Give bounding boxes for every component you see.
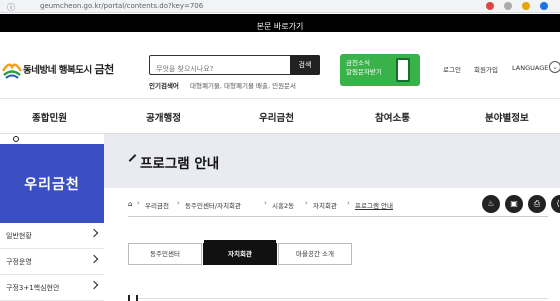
skip-link-bar: 본문 바로가기	[0, 14, 560, 32]
language-link[interactable]: LANGUAGE	[512, 64, 548, 72]
nav-item-field-info[interactable]: 분야별정보	[485, 110, 529, 124]
banner-line-2: 알림문자받기	[346, 68, 382, 76]
chevron-down-icon[interactable]: ⌄	[549, 61, 560, 73]
signup-link[interactable]: 회원가입	[474, 64, 498, 74]
tab-community-center[interactable]: 동주민센터	[128, 243, 202, 265]
sidebar-item-label: 구정3+1핵심현안	[6, 284, 60, 292]
nav-item-civil-service[interactable]: 종합민원	[32, 110, 67, 124]
chevron-right-icon	[89, 280, 99, 290]
sidebar-item-label: 일반현황	[6, 232, 32, 240]
skip-to-content-link[interactable]: 본문 바로가기	[257, 22, 304, 31]
logo-slogan: 동네방네 행복도시	[23, 65, 92, 76]
logo-text: 동네방네 행복도시 금천	[23, 61, 114, 77]
search-input[interactable]	[150, 60, 290, 78]
main-navigation: 종합민원 공개행정 우리금천 참여소통 분야별정보	[0, 98, 560, 134]
account-avatar[interactable]	[540, 2, 548, 10]
page-title: 프로그램 안내	[140, 156, 220, 172]
browser-url[interactable]: geumcheon.go.kr/portal/contents.do?key=7…	[40, 2, 203, 10]
nav-item-our-geumcheon[interactable]: 우리금천	[259, 110, 294, 124]
sidebar-item-core-issues[interactable]: 구정3+1핵심현안	[0, 275, 104, 301]
chevron-right-icon: ›	[305, 199, 308, 207]
browser-address-bar[interactable]: ⓘ geumcheon.go.kr/portal/contents.do?key…	[0, 0, 560, 13]
site-logo[interactable]: 동네방네 행복도시 금천	[0, 55, 130, 85]
banner-line-1: 금천소식	[346, 59, 370, 67]
chevron-right-icon	[89, 254, 99, 264]
sidebar-item-administration[interactable]: 구정운영	[0, 249, 104, 275]
nav-item-public-admin[interactable]: 공개행정	[146, 110, 181, 124]
chevron-right-icon: ›	[177, 199, 180, 207]
site-header: 동네방네 행복도시 금천 검색 인기검색어 대형폐기물, 대형폐기물 배출, 민…	[0, 32, 560, 98]
divider	[138, 298, 548, 299]
breadcrumb-item[interactable]: 동주민센터/자치회관	[185, 200, 241, 210]
info-icon[interactable]: ⓘ	[7, 2, 15, 13]
breadcrumb-item[interactable]: 자치회관	[313, 200, 337, 210]
search-box: 검색	[149, 55, 320, 78]
breadcrumb-current[interactable]: 프로그램 안내	[355, 200, 393, 210]
breadcrumb: ⌂ › 우리금천 › 동주민센터/자치회관 › 시흥2동 › 자치회관 › 프로…	[128, 196, 479, 216]
tab-village-space[interactable]: 마을공간 소개	[278, 243, 352, 265]
chevron-right-icon: ›	[347, 199, 350, 207]
print-icon[interactable]: ⎙	[528, 195, 546, 213]
nav-item-participation[interactable]: 참여소통	[375, 110, 410, 124]
sidebar-top-strip	[0, 134, 104, 144]
search-button[interactable]: 검색	[290, 55, 320, 75]
sidebar-item-label: 구정운영	[6, 258, 32, 266]
sidebar-title-block: 우리금천	[0, 144, 104, 223]
chevron-right-icon: ›	[264, 199, 267, 207]
chevron-right-icon	[89, 228, 99, 238]
logo-city-name: 금천	[94, 63, 115, 76]
bookmark-icon[interactable]: ▣	[505, 195, 523, 213]
banner-text: 금천소식 알림문자받기	[346, 59, 382, 77]
sidebar-title: 우리금천	[24, 177, 80, 193]
extension-icon[interactable]	[486, 2, 494, 10]
news-sms-banner[interactable]: 금천소식 알림문자받기	[340, 54, 420, 86]
popular-search-label: 인기검색어	[149, 82, 179, 90]
like-icon[interactable]: ♨	[482, 195, 500, 213]
sidebar-item-general-status[interactable]: 일반현황	[0, 223, 104, 249]
circle-icon	[13, 136, 19, 142]
chevron-right-icon: ›	[137, 199, 140, 207]
logo-emblem-icon	[1, 63, 23, 79]
section-marker	[128, 295, 138, 301]
tab-autonomous-hall[interactable]: 자치회관	[203, 240, 277, 265]
breadcrumb-item[interactable]: 시흥2동	[272, 200, 294, 210]
sidebar-menu: 일반현황 구정운영 구정3+1핵심현안	[0, 223, 104, 301]
extension-icon[interactable]	[504, 2, 512, 10]
login-link[interactable]: 로그인	[443, 64, 461, 74]
divider	[128, 216, 548, 217]
profile-icon[interactable]	[522, 2, 530, 10]
breadcrumb-item[interactable]: 우리금천	[145, 200, 169, 210]
phone-icon	[396, 58, 410, 82]
home-icon[interactable]: ⌂	[128, 200, 132, 208]
popular-search-terms[interactable]: 대형폐기물, 대형폐기물 배출, 민원문서	[190, 80, 322, 90]
